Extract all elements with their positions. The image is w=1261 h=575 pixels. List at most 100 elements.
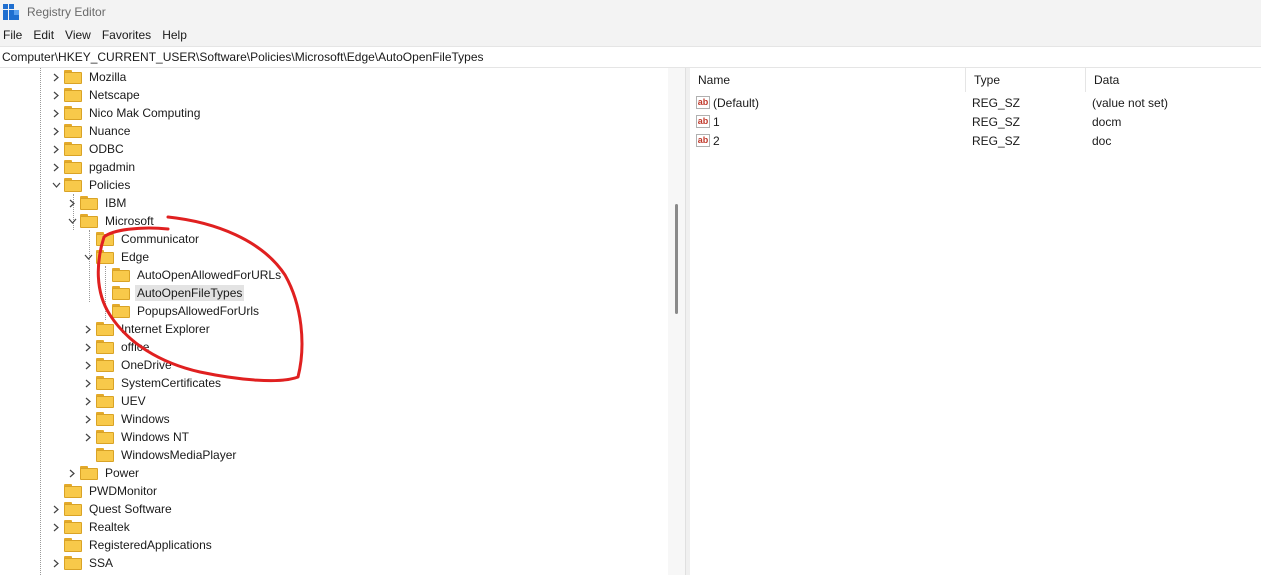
tree-node[interactable]: OneDrive bbox=[82, 356, 174, 374]
string-value-icon: ab bbox=[696, 134, 710, 147]
string-value-icon: ab bbox=[696, 115, 710, 128]
tree-node-label: Netscape bbox=[89, 88, 140, 102]
tree-node[interactable]: RegisteredApplications bbox=[50, 536, 214, 554]
menu-help[interactable]: Help bbox=[161, 28, 193, 42]
chevron-right-icon[interactable] bbox=[50, 554, 62, 572]
folder-icon bbox=[96, 250, 114, 264]
tree-node[interactable]: PopupsAllowedForUrls bbox=[98, 302, 261, 320]
tree-node-label: OneDrive bbox=[121, 358, 172, 372]
chevron-right-icon[interactable] bbox=[50, 140, 62, 158]
chevron-right-icon[interactable] bbox=[66, 194, 78, 212]
tree-node-label: Edge bbox=[121, 250, 150, 264]
tree-node[interactable]: SystemCertificates bbox=[82, 374, 223, 392]
value-data: doc bbox=[1092, 133, 1112, 148]
chevron-right-icon[interactable] bbox=[50, 68, 62, 86]
tree-scrollbar-thumb[interactable] bbox=[675, 204, 678, 314]
chevron-right-icon[interactable] bbox=[82, 392, 94, 410]
tree-node-label: Realtek bbox=[89, 520, 130, 534]
folder-icon bbox=[96, 412, 114, 426]
tree-node[interactable]: UEV bbox=[82, 392, 148, 410]
column-type-header[interactable]: Type bbox=[966, 68, 1086, 92]
chevron-right-icon[interactable] bbox=[82, 338, 94, 356]
column-data-header[interactable]: Data bbox=[1086, 68, 1261, 92]
chevron-right-icon[interactable] bbox=[50, 500, 62, 518]
chevron-right-icon[interactable] bbox=[50, 122, 62, 140]
value-row-name[interactable]: ab (Default) bbox=[696, 93, 759, 112]
chevron-right-icon[interactable] bbox=[82, 410, 94, 428]
value-name: 1 bbox=[713, 114, 720, 129]
chevron-down-icon[interactable] bbox=[66, 212, 78, 230]
folder-icon bbox=[64, 88, 82, 102]
tree-node[interactable]: Policies bbox=[50, 176, 132, 194]
chevron-right-icon[interactable] bbox=[50, 86, 62, 104]
tree-node-label: Windows NT bbox=[121, 430, 190, 444]
tree-node[interactable]: Internet Explorer bbox=[82, 320, 212, 338]
folder-icon bbox=[64, 520, 82, 534]
value-type: REG_SZ bbox=[972, 95, 1021, 110]
tree-node[interactable]: pgadmin bbox=[50, 158, 137, 176]
tree-node-label: Microsoft bbox=[105, 214, 154, 228]
folder-icon bbox=[96, 394, 114, 408]
tree-node[interactable]: Mozilla bbox=[50, 68, 128, 86]
menu-view[interactable]: View bbox=[64, 28, 97, 42]
column-name-header[interactable]: Name bbox=[690, 68, 966, 92]
tree-node[interactable]: Power bbox=[66, 464, 141, 482]
folder-icon bbox=[64, 106, 82, 120]
menu-edit[interactable]: Edit bbox=[32, 28, 60, 42]
tree-node[interactable]: Netscape bbox=[50, 86, 142, 104]
menu-file[interactable]: File bbox=[2, 28, 28, 42]
tree-node[interactable]: Windows bbox=[82, 410, 172, 428]
tree-node[interactable]: PWDMonitor bbox=[50, 482, 159, 500]
address-path[interactable]: Computer\HKEY_CURRENT_USER\Software\Poli… bbox=[2, 50, 484, 64]
folder-icon bbox=[80, 214, 98, 228]
folder-icon bbox=[96, 340, 114, 354]
tree-node[interactable]: Nuance bbox=[50, 122, 132, 140]
address-bar[interactable]: Computer\HKEY_CURRENT_USER\Software\Poli… bbox=[0, 46, 1261, 68]
tree-node[interactable]: office bbox=[82, 338, 151, 356]
tree-node[interactable]: Realtek bbox=[50, 518, 132, 536]
chevron-right-icon[interactable] bbox=[82, 356, 94, 374]
tree-node[interactable]: WindowsMediaPlayer bbox=[82, 446, 238, 464]
folder-icon bbox=[64, 502, 82, 516]
tree-node[interactable]: Microsoft bbox=[66, 212, 156, 230]
tree-node-label: Windows bbox=[121, 412, 170, 426]
value-data: docm bbox=[1092, 114, 1122, 129]
tree-node[interactable]: Communicator bbox=[82, 230, 201, 248]
chevron-down-icon[interactable] bbox=[82, 248, 94, 266]
tree-node[interactable]: AutoOpenFileTypes bbox=[98, 284, 245, 302]
folder-icon bbox=[80, 466, 98, 480]
tree-node-label: Mozilla bbox=[89, 70, 127, 84]
tree-node[interactable]: IBM bbox=[66, 194, 128, 212]
tree-node-label: Quest Software bbox=[89, 502, 172, 516]
registry-key-tree[interactable]: Mozilla Netscape Nico Mak Computing Nuance O… bbox=[0, 68, 668, 575]
tree-node[interactable]: ODBC bbox=[50, 140, 126, 158]
tree-scrollbar[interactable] bbox=[668, 68, 685, 575]
value-row-name[interactable]: ab 2 bbox=[696, 131, 720, 150]
tree-node[interactable]: AutoOpenAllowedForURLs bbox=[98, 266, 283, 284]
tree-node[interactable]: SSA bbox=[50, 554, 115, 572]
value-name: (Default) bbox=[713, 95, 760, 110]
tree-node[interactable]: Windows NT bbox=[82, 428, 191, 446]
chevron-right-icon[interactable] bbox=[50, 518, 62, 536]
menu-favorites[interactable]: Favorites bbox=[101, 28, 157, 42]
folder-icon bbox=[64, 124, 82, 138]
chevron-down-icon[interactable] bbox=[50, 176, 62, 194]
value-row-name[interactable]: ab 1 bbox=[696, 112, 720, 131]
chevron-right-icon[interactable] bbox=[66, 464, 78, 482]
chevron-right-icon[interactable] bbox=[50, 158, 62, 176]
tree-node[interactable]: Quest Software bbox=[50, 500, 174, 518]
tree-node[interactable]: Nico Mak Computing bbox=[50, 104, 202, 122]
folder-icon bbox=[96, 358, 114, 372]
chevron-right-icon[interactable] bbox=[82, 428, 94, 446]
chevron-right-icon[interactable] bbox=[82, 374, 94, 392]
tree-node[interactable]: Edge bbox=[82, 248, 151, 266]
chevron-right-icon[interactable] bbox=[50, 104, 62, 122]
chevron-right-icon[interactable] bbox=[82, 320, 94, 338]
tree-node-label: office bbox=[121, 340, 150, 354]
tree-node-label: Nico Mak Computing bbox=[89, 106, 201, 120]
folder-icon bbox=[96, 322, 114, 336]
